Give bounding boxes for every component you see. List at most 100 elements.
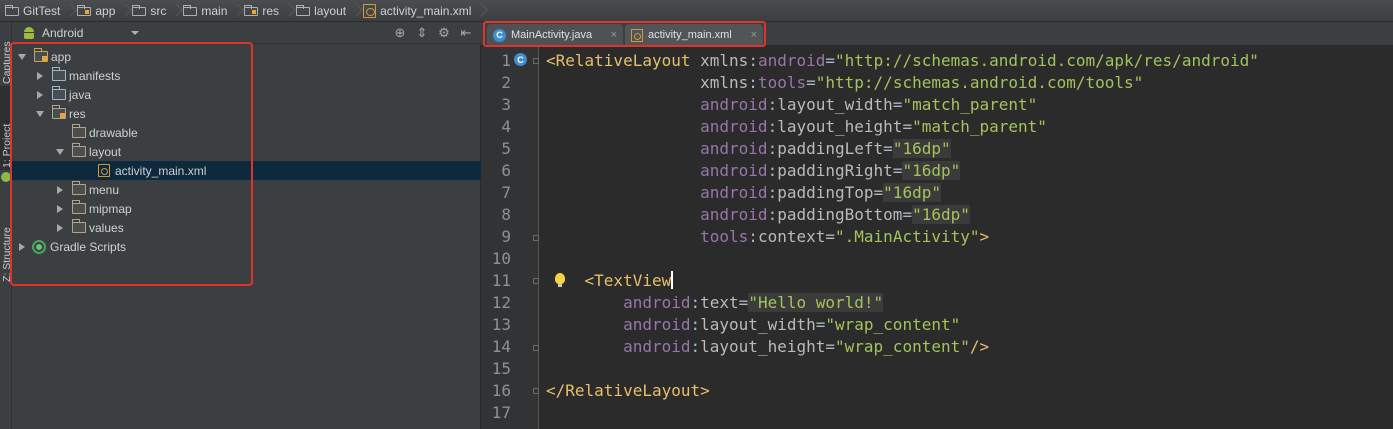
code-line: tools:context=".MainActivity"> (700, 227, 990, 246)
fold-marker-icon[interactable] (533, 235, 539, 241)
breadcrumb-item-layout[interactable]: layout (293, 0, 352, 22)
breadcrumb-item-activity-main[interactable]: activity_main.xml (360, 0, 477, 22)
line-number: 4 (501, 117, 511, 136)
line-number: 16 (491, 381, 511, 400)
tree-item-label: mipmap (89, 201, 132, 216)
code-line: android:paddingBottom="16dp" (700, 205, 970, 224)
code-line: android:layout_width="wrap_content" (623, 315, 961, 334)
code-line: android:paddingTop="16dp" (700, 183, 941, 202)
collapse-arrow-icon[interactable] (54, 222, 66, 234)
code-line: </RelativeLayout> (546, 381, 710, 400)
tree-item-java[interactable]: java (12, 85, 481, 104)
collapse-arrow-icon[interactable] (34, 89, 46, 101)
breadcrumb-separator (121, 0, 129, 22)
xml-file-icon (631, 28, 643, 42)
breadcrumb-separator (285, 0, 293, 22)
folder-icon (72, 219, 86, 233)
collapse-arrow-icon[interactable] (16, 241, 28, 253)
hide-icon[interactable]: ⇤ (459, 25, 473, 41)
folder-icon (72, 124, 86, 138)
res-folder-icon (244, 5, 259, 16)
tool-window-strip: Captures 1: Project Z: Structure (0, 22, 13, 429)
tree-item-drawable[interactable]: drawable (12, 123, 481, 142)
tree-item-res[interactable]: res (12, 104, 481, 123)
editor-tab-bar: C MainActivity.java × activity_main.xml … (481, 22, 1393, 46)
expand-arrow-icon[interactable] (16, 51, 28, 63)
line-number: 14 (491, 337, 511, 356)
breadcrumb-label: GitTest (23, 3, 61, 18)
xml-file-icon (98, 164, 110, 177)
target-icon[interactable]: ⊕ (393, 25, 407, 41)
app-folder-icon (77, 5, 92, 16)
project-panel-header: Android ⊕ ⇕ ⚙ ⇤ (12, 22, 481, 44)
tree-item-manifests[interactable]: manifests (12, 66, 481, 85)
tree-item-label: activity_main.xml (115, 163, 207, 178)
tree-item-label: values (89, 220, 124, 235)
breadcrumb-label: layout (314, 3, 347, 18)
project-tree: app manifests java res drawable layout a… (12, 44, 481, 429)
text-cursor (671, 271, 674, 289)
collapse-arrow-icon[interactable] (54, 184, 66, 196)
close-icon[interactable]: × (611, 29, 617, 41)
line-number: 12 (491, 293, 511, 312)
tree-item-label: app (51, 49, 72, 64)
tab-project[interactable]: 1: Project (0, 86, 13, 170)
expand-arrow-icon[interactable] (54, 146, 66, 158)
breadcrumb-item-src[interactable]: src (129, 0, 172, 22)
breadcrumb-label: main (201, 3, 228, 18)
line-number: 15 (491, 359, 511, 378)
res-folder-icon (52, 105, 66, 119)
tab-structure[interactable]: Z: Structure (0, 202, 13, 284)
close-icon[interactable]: × (751, 29, 757, 41)
lightbulb-icon[interactable] (555, 273, 565, 287)
line-number: 13 (491, 315, 511, 334)
line-number: 5 (501, 139, 511, 158)
android-icon (22, 26, 36, 39)
breadcrumb-item-app[interactable]: app (74, 0, 121, 22)
fold-marker-icon[interactable] (533, 388, 539, 394)
line-number: 1 (501, 51, 511, 70)
code-editor[interactable]: <RelativeLayout xmlns:android="http://sc… (540, 47, 1393, 429)
tree-item-menu[interactable]: menu (12, 180, 481, 199)
editor-gutter: 1 2 3 4 5 6 7 8 9 10 11 12 13 14 15 16 1… (481, 47, 539, 429)
folder-icon (183, 5, 198, 16)
tab-mainactivity-java[interactable]: C MainActivity.java × (487, 24, 623, 46)
code-line: <RelativeLayout xmlns:android="http://sc… (546, 51, 1259, 70)
tree-item-mipmap[interactable]: mipmap (12, 199, 481, 218)
tree-item-layout[interactable]: layout (12, 142, 481, 161)
code-line: <TextView (584, 271, 674, 290)
android-status-icon (1, 172, 11, 182)
breadcrumb-separator (477, 0, 485, 22)
breadcrumb-item-main[interactable]: main (180, 0, 233, 22)
tree-item-label: res (69, 106, 86, 121)
chevron-down-icon[interactable] (131, 30, 140, 35)
tree-item-gradle-scripts[interactable]: Gradle Scripts (12, 237, 481, 256)
fold-marker-icon[interactable] (533, 345, 539, 351)
project-view-selector[interactable]: Android (42, 26, 83, 40)
collapse-arrow-icon[interactable] (34, 70, 46, 82)
tree-item-app[interactable]: app (12, 47, 481, 66)
code-line: android:text="Hello world!" (623, 293, 884, 312)
folder-icon (296, 5, 311, 16)
code-line: android:layout_width="match_parent" (700, 95, 1038, 114)
breadcrumb: GitTest app src main res layout activity… (0, 0, 1393, 22)
tree-item-label: drawable (89, 125, 138, 140)
tree-item-activity-main-xml[interactable]: activity_main.xml (12, 161, 481, 180)
fold-marker-icon[interactable] (533, 278, 539, 284)
expand-arrow-icon[interactable] (34, 108, 46, 120)
breadcrumb-label: res (262, 3, 280, 18)
collapse-arrow-icon[interactable] (54, 203, 66, 215)
tab-activity-main-xml[interactable]: activity_main.xml × (625, 24, 763, 46)
gradle-icon (32, 239, 46, 254)
gear-icon[interactable]: ⚙ (437, 25, 451, 41)
tree-item-values[interactable]: values (12, 218, 481, 237)
folder-icon (52, 67, 66, 81)
breadcrumb-item-res[interactable]: res (241, 0, 285, 22)
breadcrumb-separator (352, 0, 360, 22)
class-gutter-icon[interactable]: C (514, 53, 527, 66)
tab-captures[interactable]: Captures (0, 22, 13, 86)
fold-marker-icon[interactable] (533, 58, 539, 64)
collapse-icon[interactable]: ⇕ (415, 25, 429, 41)
breadcrumb-separator (66, 0, 74, 22)
breadcrumb-item-gittest[interactable]: GitTest (2, 0, 66, 22)
